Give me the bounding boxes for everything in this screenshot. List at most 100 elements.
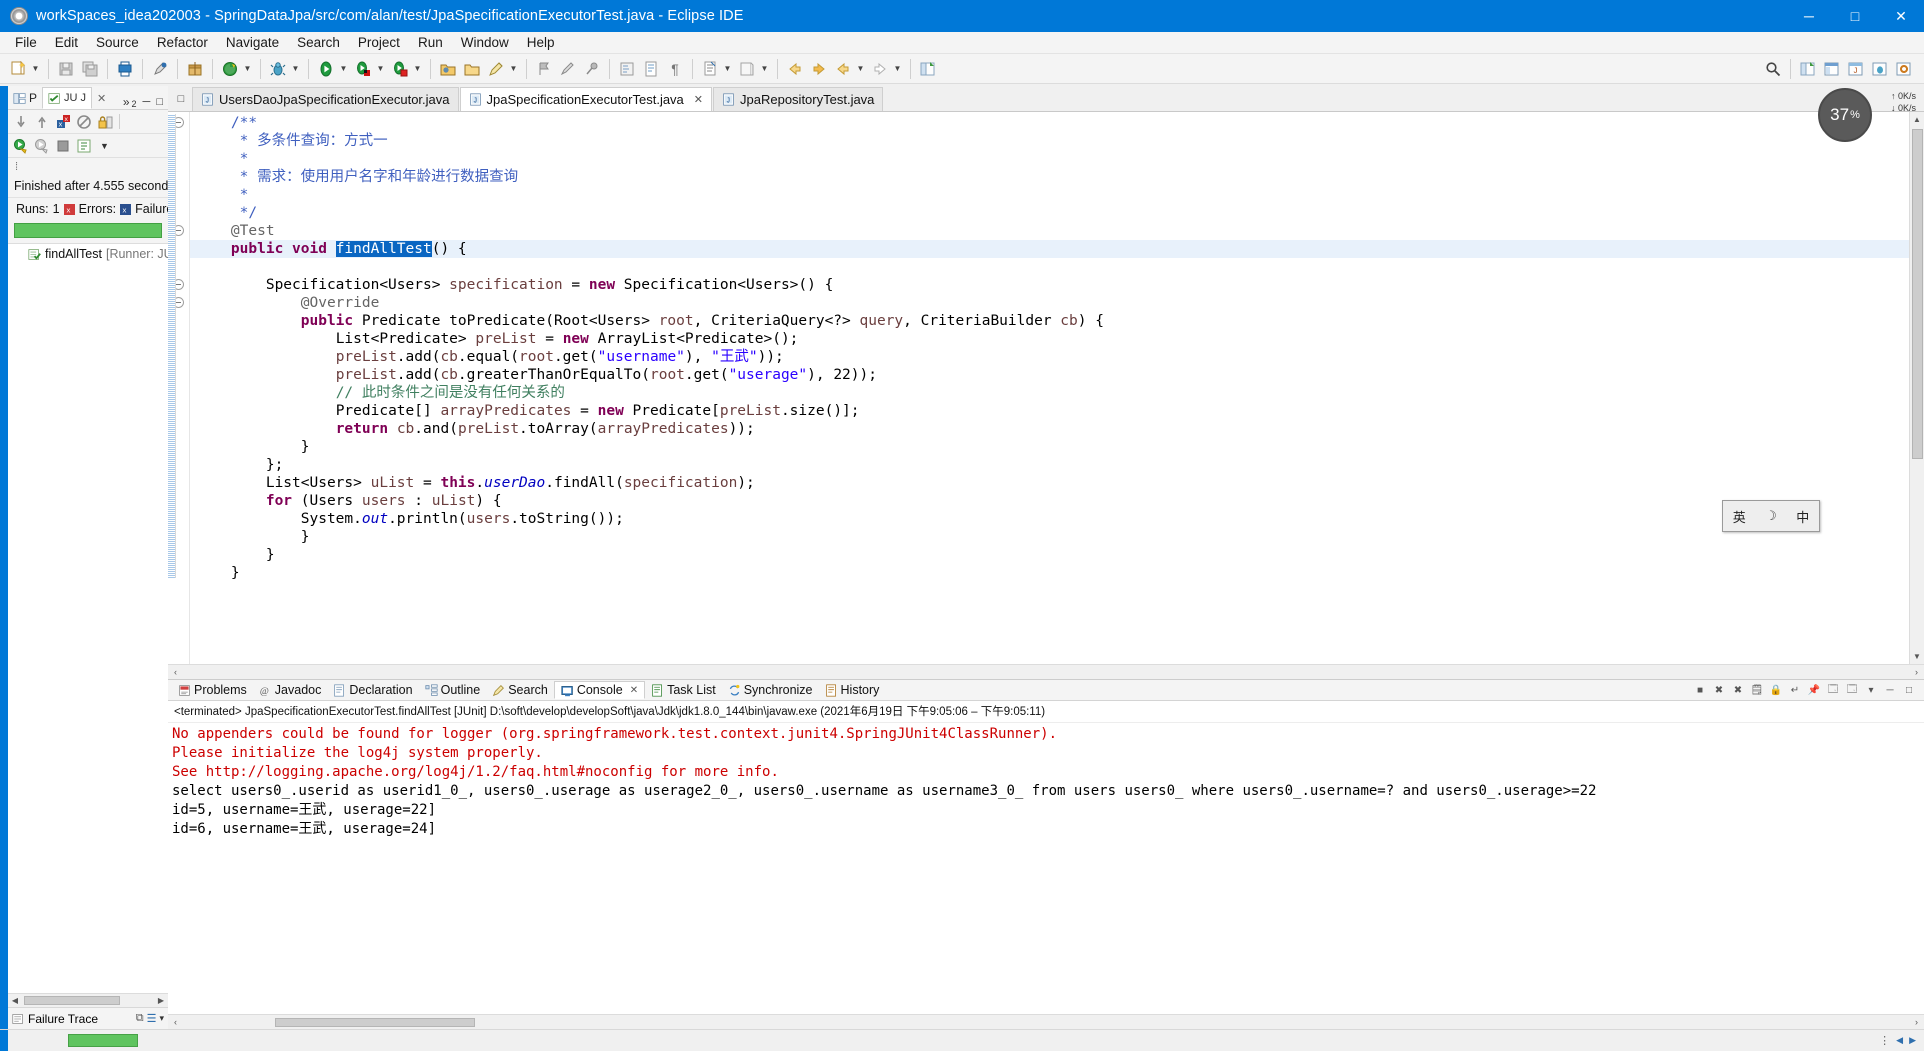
previous-annotation-icon[interactable]	[533, 58, 555, 80]
minimize-button[interactable]: ─	[1786, 0, 1832, 32]
external-tools-icon[interactable]	[219, 58, 241, 80]
ime-mode-label[interactable]: 英	[1733, 507, 1746, 526]
stop-test-icon[interactable]	[53, 136, 72, 155]
rerun-test-icon[interactable]	[11, 136, 30, 155]
console-horizontal-scrollbar[interactable]: ‹ ›	[168, 1014, 1924, 1029]
search-icon[interactable]	[485, 58, 507, 80]
open-task-icon[interactable]	[461, 58, 483, 80]
remove-all-terminated-icon[interactable]: ✖	[1729, 681, 1747, 699]
new-java-project-dropdown-icon[interactable]: ▼	[722, 58, 733, 80]
editor-vertical-scrollbar[interactable]: ▲ ▼	[1909, 112, 1924, 664]
forward-history-dropdown-icon[interactable]: ▼	[892, 58, 903, 80]
view-menu-icon[interactable]: ▾	[1862, 681, 1880, 699]
external-tools-dropdown-icon[interactable]: ▼	[242, 58, 253, 80]
run-coverage-dropdown-icon[interactable]: ▼	[375, 58, 386, 80]
toggle-block-selection-icon[interactable]	[640, 58, 662, 80]
next-failure-icon[interactable]	[11, 112, 30, 131]
run-coverage-icon[interactable]	[352, 58, 374, 80]
quick-access-search-icon[interactable]	[1762, 58, 1784, 80]
scroll-right-arrow-icon[interactable]: ›	[1909, 1017, 1924, 1027]
rerun-failed-tests-icon[interactable]	[32, 136, 51, 155]
filter-stack-trace-icon[interactable]: ☰	[147, 1012, 157, 1025]
view-minimize-icon[interactable]: ─	[143, 96, 151, 108]
open-console-icon[interactable]: 🗔	[1843, 681, 1861, 699]
back-icon[interactable]	[784, 58, 806, 80]
pin-console-icon[interactable]: 📌	[1805, 681, 1823, 699]
back-history-dropdown-icon[interactable]: ▼	[855, 58, 866, 80]
scroll-left-arrow-icon[interactable]: ‹	[168, 667, 183, 677]
toggle-breadcrumb-icon[interactable]	[616, 58, 638, 80]
open-perspective-icon[interactable]	[917, 58, 939, 80]
scroll-lock-icon[interactable]: 🔒	[1767, 681, 1785, 699]
menu-file[interactable]: File	[6, 33, 46, 52]
view-menu-icon[interactable]: ▼	[95, 136, 114, 155]
print-icon[interactable]	[114, 58, 136, 80]
ime-punctuation-label[interactable]: 中	[1796, 507, 1809, 526]
toggle-mark-occurrences-icon[interactable]	[149, 58, 171, 80]
show-whitespace-icon[interactable]: ¶	[664, 58, 686, 80]
new-java-project-icon[interactable]	[699, 58, 721, 80]
perspective-java-icon[interactable]: J	[1845, 58, 1867, 80]
menu-help[interactable]: Help	[518, 33, 564, 52]
run-last-icon[interactable]	[389, 58, 411, 80]
close-button[interactable]: ✕	[1878, 0, 1924, 32]
bottom-tab-javadoc[interactable]: @ Javadoc	[253, 682, 328, 698]
new-wizard-icon[interactable]	[7, 58, 29, 80]
bottom-tab-declaration[interactable]: Declaration	[327, 682, 418, 698]
previous-failure-icon[interactable]	[32, 112, 51, 131]
ime-language-bar[interactable]: 英 ☽ 中	[1722, 500, 1820, 532]
view-tab-close-icon[interactable]: ✕	[92, 87, 111, 109]
debug-icon[interactable]	[267, 58, 289, 80]
bottom-tab-history[interactable]: History	[819, 682, 886, 698]
display-selected-console-icon[interactable]: 🗔	[1824, 681, 1842, 699]
editor-tab-jpaspecificationexecutortest[interactable]: J JpaSpecificationExecutorTest.java ✕	[459, 87, 713, 111]
menu-refactor[interactable]: Refactor	[148, 33, 217, 52]
scroll-down-arrow-icon[interactable]: ▼	[1910, 649, 1924, 664]
maximize-icon[interactable]: □	[1900, 681, 1918, 699]
menu-navigate[interactable]: Navigate	[217, 33, 288, 52]
editor-restore-icon[interactable]: □	[170, 87, 192, 111]
editor-code-area[interactable]: /** * 多条件查询：方式一 * * 需求：使用用户名字和年龄进行数据查询 *…	[190, 112, 1909, 664]
new-class-dropdown-icon[interactable]: ▼	[759, 58, 770, 80]
minimize-icon[interactable]: ─	[1881, 681, 1899, 699]
view-menu-icon[interactable]: ▾	[159, 1013, 164, 1024]
status-arrow-right-icon[interactable]: ▶	[1909, 1035, 1916, 1046]
view-tab-package-explorer[interactable]: P	[8, 87, 42, 109]
back-history-icon[interactable]	[832, 58, 854, 80]
remove-launch-icon[interactable]: ✖	[1710, 681, 1728, 699]
scroll-left-arrow-icon[interactable]: ◀	[8, 996, 22, 1005]
console-output[interactable]: No appenders could be found for logger (…	[168, 723, 1924, 1014]
view-overflow-chevron-icon[interactable]: »	[123, 95, 130, 109]
test-run-history-icon[interactable]	[74, 136, 93, 155]
menu-run[interactable]: Run	[409, 33, 452, 52]
search-dropdown-icon[interactable]: ▼	[508, 58, 519, 80]
ime-moon-icon[interactable]: ☽	[1765, 508, 1777, 524]
bottom-tab-task-list[interactable]: Task List	[645, 682, 722, 698]
editor-horizontal-scrollbar[interactable]: ‹ ›	[168, 664, 1924, 679]
junit-tree-hscrollbar[interactable]: ◀ ▶	[8, 993, 168, 1007]
view-tab-junit[interactable]: JU J	[42, 87, 93, 109]
open-perspective-icon[interactable]	[1797, 58, 1819, 80]
word-wrap-icon[interactable]: ↵	[1786, 681, 1804, 699]
scroll-up-arrow-icon[interactable]: ▲	[1910, 112, 1924, 127]
run-dropdown-icon[interactable]: ▼	[338, 58, 349, 80]
scroll-left-arrow-icon[interactable]: ‹	[168, 1017, 183, 1027]
run-icon[interactable]	[315, 58, 337, 80]
next-annotation-icon[interactable]	[557, 58, 579, 80]
save-icon[interactable]	[55, 58, 77, 80]
new-java-package-icon[interactable]	[184, 58, 206, 80]
menu-source[interactable]: Source	[87, 33, 148, 52]
lock-scroll-icon[interactable]	[95, 112, 114, 131]
menu-search[interactable]: Search	[288, 33, 349, 52]
menu-window[interactable]: Window	[452, 33, 518, 52]
editor-tab-usersdao[interactable]: J UsersDaoJpaSpecificationExecutor.java	[192, 87, 459, 111]
close-icon[interactable]: ✕	[630, 685, 638, 696]
new-class-icon[interactable]	[736, 58, 758, 80]
run-last-dropdown-icon[interactable]: ▼	[412, 58, 423, 80]
performance-bubble[interactable]: 37%	[1818, 88, 1872, 142]
view-maximize-icon[interactable]: □	[156, 96, 163, 108]
editor-tab-jparepositorytest[interactable]: J JpaRepositoryTest.java	[713, 87, 884, 111]
stop-on-error-icon[interactable]	[74, 112, 93, 131]
terminate-icon[interactable]: ■	[1691, 681, 1709, 699]
scroll-right-arrow-icon[interactable]: ▶	[154, 996, 168, 1005]
